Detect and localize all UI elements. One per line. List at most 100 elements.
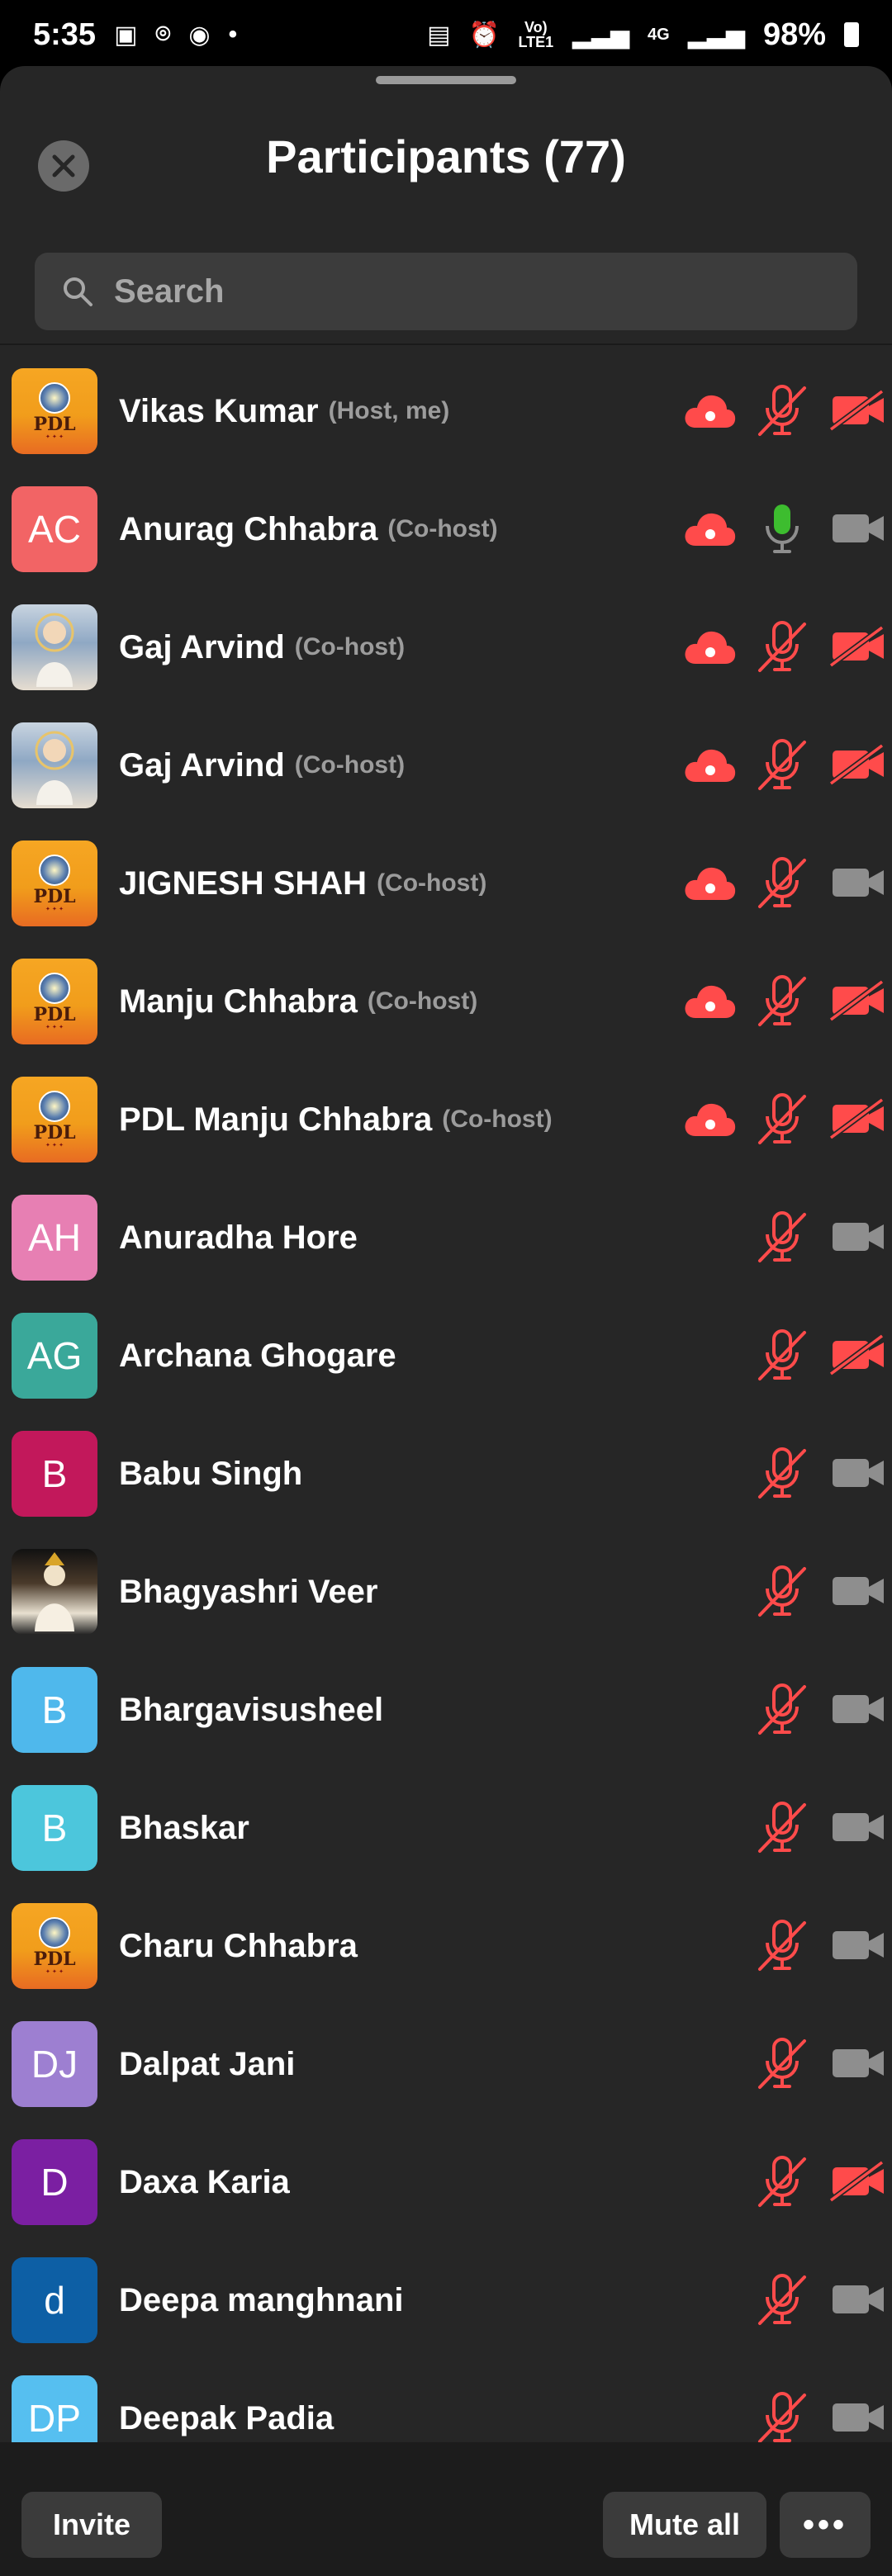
mic-muted-icon <box>758 1920 806 1971</box>
participant-avatar: B <box>12 1667 97 1753</box>
participant-avatar: AH <box>12 1195 97 1281</box>
participant-role: (Co-host) <box>377 869 487 897</box>
participant-name-group: Dalpat Jani <box>119 2013 295 2115</box>
mic-muted-icon <box>758 2038 806 2089</box>
participant-avatar: PDL ✦ ✦ ✦ <box>12 959 97 1044</box>
more-options-button[interactable]: ••• <box>780 2492 871 2558</box>
participant-row[interactable]: Gaj Arvind (Co-host) <box>0 714 892 832</box>
avatar-initials: AC <box>28 508 81 551</box>
video-on-icon <box>833 1577 884 1605</box>
network-label: Vo) LTE1 <box>518 19 554 50</box>
participant-name-group: Anurag Chhabra (Co-host) <box>119 478 498 580</box>
header: Participants (77) <box>0 116 892 198</box>
avatar-initials: AG <box>26 1334 83 1377</box>
participant-role: (Co-host) <box>294 751 406 779</box>
avatar-initials: DJ <box>31 2043 78 2086</box>
video-off-icon <box>829 626 885 667</box>
participant-row[interactable]: DJ Dalpat Jani <box>0 2013 892 2131</box>
close-button[interactable] <box>38 140 89 192</box>
signal-icon: ▂▃▅ <box>572 21 630 49</box>
mic-muted-icon <box>758 1093 806 1144</box>
participant-row[interactable]: AH Anuradha Hore <box>0 1186 892 1305</box>
alarm-icon: ⏰ <box>468 21 500 49</box>
participant-row[interactable]: Gaj Arvind (Co-host) <box>0 596 892 714</box>
participant-row[interactable]: B Bhargavisusheel <box>0 1659 892 1777</box>
mic-muted-icon <box>758 2274 806 2325</box>
organization-logo-icon: PDL ✦ ✦ ✦ <box>33 1090 76 1149</box>
participant-row[interactable]: AG Archana Ghogare <box>0 1305 892 1423</box>
participant-avatar: PDL ✦ ✦ ✦ <box>12 1903 97 1989</box>
participant-name: Gaj Arvind <box>119 746 285 784</box>
participant-name: Manju Chhabra <box>119 983 358 1020</box>
participant-name: Dalpat Jani <box>119 2045 296 2082</box>
participant-name-group: Bhaskar <box>119 1777 249 1879</box>
avatar-initials: B <box>41 1688 68 1731</box>
network-type: 4G <box>648 25 670 44</box>
mic-muted-icon <box>758 2392 806 2443</box>
video-off-icon <box>829 1334 885 1376</box>
mute-all-button[interactable]: Mute all <box>603 2492 766 2558</box>
invite-button[interactable]: Invite <box>21 2492 162 2558</box>
participant-avatar <box>12 1549 97 1635</box>
mic-muted-icon <box>758 621 806 672</box>
deity-photo-icon <box>35 613 74 687</box>
mic-muted-icon <box>758 1211 806 1262</box>
status-bar-right: ▤ ⏰ Vo) LTE1 ▂▃▅ 4G ▂▃▅ 98% <box>427 17 859 53</box>
video-off-icon <box>829 2161 885 2202</box>
video-on-icon <box>833 1223 884 1251</box>
participant-name-group: Bhagyashri Veer <box>119 1541 378 1643</box>
status-bar: 5:35 ▣ ⌾ ◉ • ▤ ⏰ Vo) LTE1 ▂▃▅ 4G ▂▃▅ 98% <box>0 0 892 69</box>
participant-name-group: Bhargavisusheel <box>119 1659 383 1761</box>
organization-logo-icon: PDL ✦ ✦ ✦ <box>33 1916 76 1976</box>
participant-avatar: AG <box>12 1313 97 1399</box>
participant-row[interactable]: PDL ✦ ✦ ✦ JIGNESH SHAH (Co-host) <box>0 832 892 950</box>
divider <box>0 343 892 345</box>
search-input[interactable]: Search <box>35 253 857 330</box>
avatar-initials: DP <box>28 2397 81 2440</box>
participant-name-group: Daxa Karia <box>119 2131 290 2233</box>
participant-row[interactable]: PDL ✦ ✦ ✦ Manju Chhabra (Co-host) <box>0 950 892 1068</box>
participant-name: Anuradha Hore <box>119 1219 358 1256</box>
participant-name: Deepak Padia <box>119 2399 334 2436</box>
drag-handle[interactable] <box>376 76 516 84</box>
participant-name: PDL Manju Chhabra <box>119 1101 433 1138</box>
participant-row[interactable]: AC Anurag Chhabra (Co-host) <box>0 478 892 596</box>
video-off-icon <box>829 980 885 1021</box>
participant-list: PDL ✦ ✦ ✦ Vikas Kumar (Host, me) AC Anurag C… <box>0 360 892 2485</box>
participant-row[interactable]: PDL ✦ ✦ ✦ Charu Chhabra <box>0 1895 892 2013</box>
participant-row[interactable]: D Daxa Karia <box>0 2131 892 2249</box>
participant-avatar <box>12 722 97 808</box>
avatar-initials: D <box>40 2161 69 2204</box>
cloud-recording-icon <box>685 985 736 1018</box>
mic-muted-icon <box>758 1329 806 1380</box>
participant-row[interactable]: B Babu Singh <box>0 1423 892 1541</box>
video-on-icon <box>833 2049 884 2077</box>
participant-role: (Co-host) <box>387 515 498 542</box>
participant-name-group: Babu Singh <box>119 1423 302 1525</box>
participant-row[interactable]: PDL ✦ ✦ ✦ PDL Manju Chhabra (Co-host) <box>0 1068 892 1186</box>
participant-avatar: D <box>12 2139 97 2225</box>
avatar-initials: d <box>44 2279 65 2322</box>
participant-row[interactable]: d Deepa manghnani <box>0 2249 892 2367</box>
video-off-icon <box>829 744 885 785</box>
payment-app-icon: ◉ <box>188 21 211 49</box>
participant-name: Bhaskar <box>119 1809 249 1846</box>
participant-row[interactable]: Bhagyashri Veer <box>0 1541 892 1659</box>
close-icon <box>52 154 75 178</box>
status-time: 5:35 <box>33 17 97 52</box>
participant-row[interactable]: B Bhaskar <box>0 1777 892 1895</box>
battery-icon <box>844 22 859 47</box>
organization-logo-icon: PDL ✦ ✦ ✦ <box>33 381 76 441</box>
participant-name: Deepa manghnani <box>119 2281 404 2318</box>
participant-name-group: Anuradha Hore <box>119 1186 358 1289</box>
participant-avatar: DJ <box>12 2021 97 2107</box>
participant-name: Vikas Kumar <box>119 392 319 429</box>
participant-name: Anurag Chhabra <box>119 510 378 547</box>
organization-logo-icon: PDL ✦ ✦ ✦ <box>33 972 76 1031</box>
battery-percent: 98% <box>762 17 826 52</box>
video-on-icon <box>833 1695 884 1723</box>
video-off-icon <box>829 390 885 431</box>
participant-row[interactable]: PDL ✦ ✦ ✦ Vikas Kumar (Host, me) <box>0 360 892 478</box>
participant-name: Charu Chhabra <box>119 1927 358 1964</box>
participant-avatar: d <box>12 2257 97 2343</box>
